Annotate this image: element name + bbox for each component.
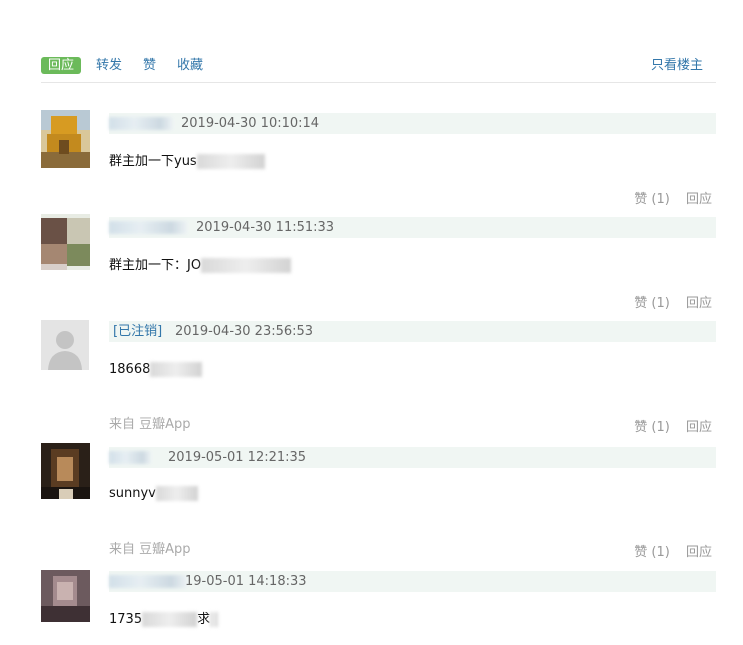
comment-text: 群主加一下：JO [109, 258, 202, 273]
username-redacted[interactable] [109, 221, 187, 234]
comment-meta: 2019-04-30 11:51:33 [109, 217, 716, 238]
avatar[interactable] [41, 570, 90, 622]
redacted-text [142, 612, 198, 627]
like-button[interactable]: 赞 (1) [634, 545, 670, 560]
like-button[interactable]: 赞 (1) [634, 192, 670, 207]
username-redacted[interactable] [109, 575, 187, 588]
redacted-text [210, 612, 219, 627]
reply-button[interactable]: 回应 [686, 296, 712, 311]
comment-actions: 赞 (1) 回应 [622, 295, 712, 312]
comment-time: 19-05-01 14:18:33 [185, 574, 307, 589]
comment-time: 2019-04-30 11:51:33 [196, 220, 335, 235]
reply-button[interactable]: 回应 [686, 545, 712, 560]
comment-text: sunnyv [109, 486, 156, 501]
comment-meta: [已注销] 2019-04-30 23:56:53 [109, 321, 716, 342]
comment-content: 1735 求 [109, 611, 219, 628]
redacted-text [196, 154, 265, 169]
redacted-text [201, 258, 292, 273]
comment-content: 群主加一下：JO [109, 257, 292, 274]
comment-time: 2019-05-01 12:21:35 [168, 450, 307, 465]
redacted-text [155, 486, 198, 501]
avatar[interactable] [41, 110, 90, 168]
comment-meta: 19-05-01 14:18:33 [109, 571, 716, 592]
username[interactable]: [已注销] [113, 323, 162, 340]
like-button[interactable]: 赞 (1) [634, 296, 670, 311]
default-user-icon [41, 320, 89, 370]
redacted-text [150, 362, 203, 377]
like-button[interactable]: 赞 (1) [634, 420, 670, 435]
comment-actions: 赞 (1) 回应 [622, 544, 712, 561]
comment-text: 群主加一下yus [109, 154, 197, 169]
comment-text: 18668 [109, 362, 151, 377]
comment-time: 2019-04-30 23:56:53 [175, 324, 314, 339]
reply-button[interactable]: 回应 [686, 192, 712, 207]
reply-button[interactable]: 回应 [686, 420, 712, 435]
comment-time: 2019-04-30 10:10:14 [181, 116, 320, 131]
avatar[interactable] [41, 320, 89, 370]
comment-source: 来自 豆瓣App [109, 417, 191, 432]
comment-content: sunnyv [109, 485, 198, 502]
only-author-link[interactable]: 只看楼主 [651, 57, 703, 74]
username-redacted[interactable] [109, 451, 151, 464]
avatar[interactable] [41, 214, 90, 270]
tab-reply[interactable]: 回应 [41, 57, 82, 74]
comment-content: 18668 [109, 361, 203, 378]
tab-collect[interactable]: 收藏 [177, 57, 203, 74]
avatar[interactable] [41, 443, 90, 499]
comment-meta: 2019-04-30 10:10:14 [109, 113, 716, 134]
comment-content: 群主加一下yus [109, 153, 265, 170]
comment-meta: 2019-05-01 12:21:35 [109, 447, 716, 468]
tab-repost[interactable]: 转发 [96, 57, 122, 74]
tab-like[interactable]: 赞 [143, 57, 156, 74]
comment-source: 来自 豆瓣App [109, 542, 191, 557]
comment-actions: 赞 (1) 回应 [622, 419, 712, 436]
comment-toolbar: 回应 转发 赞 收藏 只看楼主 [41, 57, 716, 83]
comment-text-tail: 求 [197, 612, 211, 627]
comment-actions: 赞 (1) 回应 [622, 191, 712, 208]
username-redacted[interactable] [109, 117, 173, 130]
comment-text: 1735 [109, 612, 143, 627]
